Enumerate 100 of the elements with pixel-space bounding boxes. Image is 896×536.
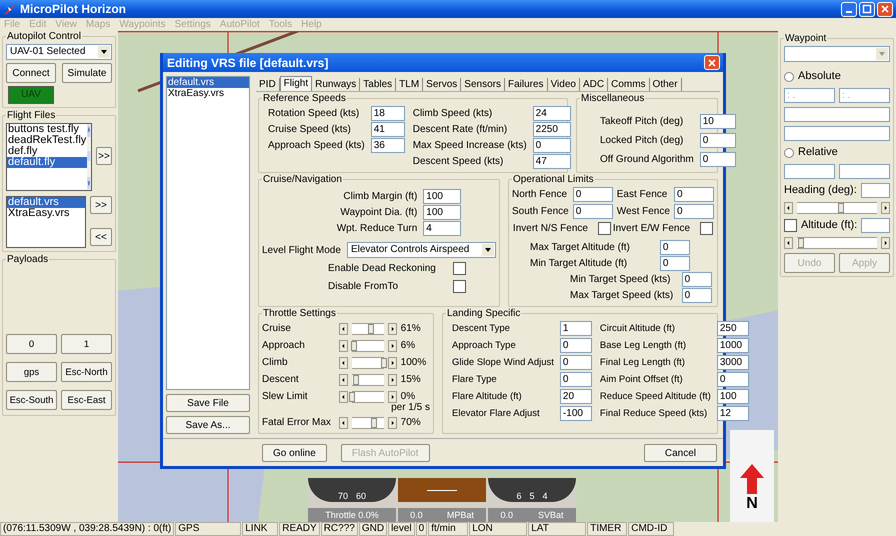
checkbox[interactable] xyxy=(700,222,714,235)
input-field[interactable]: 0 xyxy=(560,338,592,353)
button[interactable]: Save As... xyxy=(166,416,250,434)
slider-thumb[interactable] xyxy=(798,238,804,248)
tab[interactable]: Failures xyxy=(504,78,548,91)
tab[interactable]: Servos xyxy=(423,78,462,91)
slider[interactable] xyxy=(797,237,877,249)
input-field[interactable]: 0 xyxy=(560,372,592,387)
checkbox[interactable] xyxy=(453,280,466,293)
input-field[interactable]: 24 xyxy=(532,106,571,121)
input-field[interactable]: 4 xyxy=(423,221,462,236)
input-field[interactable] xyxy=(784,107,890,122)
input-field[interactable]: 18 xyxy=(370,106,405,121)
button[interactable]: 0 xyxy=(6,334,57,354)
button[interactable]: Connect xyxy=(6,63,56,83)
tab[interactable]: Other xyxy=(650,78,682,91)
button[interactable]: Esc-East xyxy=(61,390,112,410)
radio-button[interactable] xyxy=(784,148,794,158)
slider[interactable] xyxy=(352,356,384,368)
tab[interactable]: Tables xyxy=(360,78,396,91)
input-field[interactable] xyxy=(784,126,890,141)
input-field[interactable] xyxy=(860,183,890,198)
tab[interactable]: Flight xyxy=(280,76,312,91)
tab[interactable]: TLM xyxy=(396,78,424,91)
tab[interactable]: Video xyxy=(548,78,580,91)
dropdown[interactable]: UAV-01 Selected xyxy=(6,44,112,60)
button[interactable]: >> xyxy=(96,147,112,165)
input-field[interactable]: 0 xyxy=(532,138,571,153)
input-field[interactable]: 0 xyxy=(674,187,714,202)
button[interactable]: 1 xyxy=(61,334,112,354)
input-field[interactable]: 41 xyxy=(370,122,405,137)
input-field[interactable]: 100 xyxy=(423,189,462,204)
input-field[interactable]: 20 xyxy=(560,389,592,404)
input-field[interactable]: 0 xyxy=(716,372,749,387)
slider-thumb[interactable] xyxy=(368,324,374,334)
button[interactable]: Cancel xyxy=(644,444,717,462)
slider-thumb[interactable] xyxy=(353,374,360,384)
input-field[interactable] xyxy=(861,218,890,233)
tab[interactable]: Runways xyxy=(312,78,360,91)
dropdown[interactable]: Elevator Controls Airspeed xyxy=(346,242,496,258)
button[interactable]: Go online xyxy=(262,444,327,462)
input-field[interactable] xyxy=(784,164,835,179)
input-field[interactable]: 0 xyxy=(674,204,714,219)
input-field[interactable]: 0 xyxy=(682,272,712,287)
input-field[interactable]: 0 xyxy=(560,355,592,370)
slider[interactable] xyxy=(352,416,384,428)
input-field[interactable]: 100 xyxy=(716,389,749,404)
slider[interactable] xyxy=(352,340,384,352)
input-field[interactable]: 1000 xyxy=(716,338,749,353)
radio-button[interactable] xyxy=(784,72,794,82)
list-item[interactable]: default.vrs xyxy=(7,197,85,208)
tab[interactable]: ADC xyxy=(580,78,608,91)
button[interactable]: Simulate xyxy=(62,63,112,83)
list-item[interactable]: XtraEasy.vrs xyxy=(7,208,85,219)
checkbox[interactable] xyxy=(453,262,466,275)
minimize-button[interactable] xyxy=(841,2,857,16)
button[interactable]: Esc-South xyxy=(6,390,57,410)
input-field[interactable]: 250 xyxy=(716,321,749,336)
button[interactable]: Save File xyxy=(166,394,250,412)
list-item[interactable]: XtraEasy.vrs xyxy=(167,88,249,99)
input-field[interactable]: 0 xyxy=(700,152,736,167)
input-field[interactable]: 0 xyxy=(572,187,613,202)
input-field[interactable]: 0 xyxy=(660,256,690,271)
maximize-button[interactable] xyxy=(859,2,875,16)
input-field[interactable]: 12 xyxy=(716,406,749,421)
slider[interactable] xyxy=(352,374,384,386)
input-field[interactable]: 10 xyxy=(700,114,736,129)
list-item[interactable]: def.fly xyxy=(7,146,88,157)
slider-thumb[interactable] xyxy=(371,418,378,428)
input-field[interactable]: 1 xyxy=(560,321,592,336)
tab[interactable]: Comms xyxy=(608,78,650,91)
slider-thumb[interactable] xyxy=(350,340,357,350)
slider[interactable] xyxy=(352,390,384,402)
slider[interactable] xyxy=(352,322,384,334)
tab[interactable]: Sensors xyxy=(461,78,505,91)
list-item[interactable]: default.vrs xyxy=(167,77,249,88)
button[interactable]: >> xyxy=(90,196,112,214)
button[interactable]: Esc-North xyxy=(61,362,112,382)
slider[interactable] xyxy=(797,202,877,214)
input-field[interactable]: 47 xyxy=(532,154,571,169)
close-button[interactable] xyxy=(704,55,720,70)
input-field[interactable]: 36 xyxy=(370,138,405,153)
input-field[interactable]: 0 xyxy=(700,133,736,148)
input-field[interactable]: 100 xyxy=(423,205,462,220)
close-button[interactable] xyxy=(877,2,893,16)
input-field[interactable]: 2250 xyxy=(532,122,571,137)
button[interactable]: gps xyxy=(6,362,57,382)
dropdown[interactable] xyxy=(784,46,890,62)
slider-thumb[interactable] xyxy=(838,203,844,213)
input-field[interactable]: 0 xyxy=(682,288,712,303)
input-field[interactable]: -100 xyxy=(560,406,592,421)
list-item[interactable]: buttons test.fly xyxy=(7,124,88,135)
input-field[interactable]: 3000 xyxy=(716,355,749,370)
button[interactable]: << xyxy=(90,228,112,246)
input-field[interactable]: 0 xyxy=(660,240,690,255)
input-field[interactable]: 0 xyxy=(572,204,613,219)
checkbox[interactable] xyxy=(784,219,797,232)
list-item[interactable]: deadRekTest.fly xyxy=(7,135,88,146)
slider-thumb[interactable] xyxy=(380,358,387,368)
checkbox[interactable] xyxy=(598,222,611,235)
